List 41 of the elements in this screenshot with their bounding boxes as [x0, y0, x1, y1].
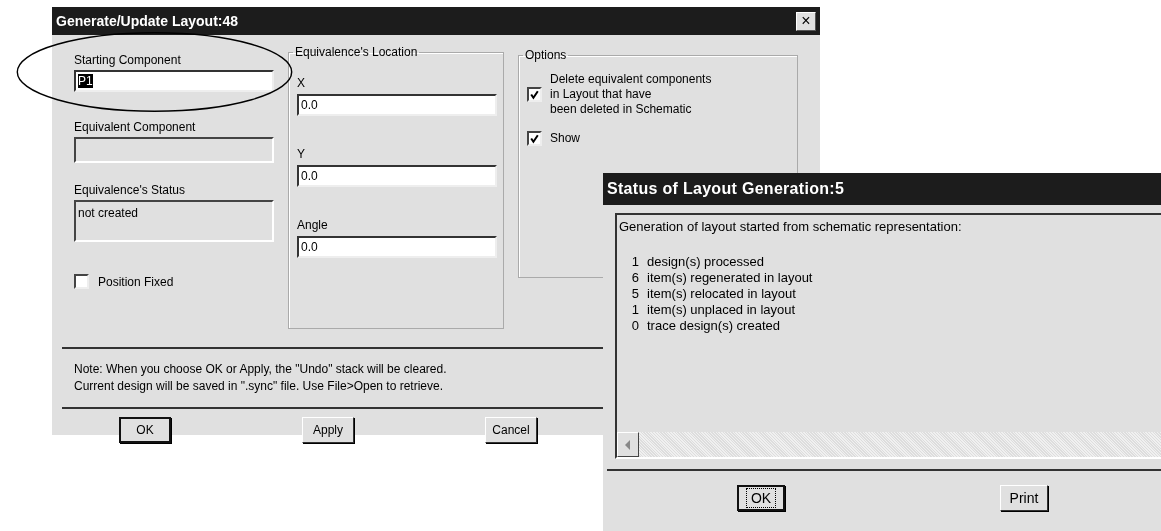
field-label: Equivalence's Status	[74, 183, 187, 197]
group-title: Options	[524, 48, 568, 62]
dialog-button[interactable]: OK	[737, 485, 785, 511]
dialog-button[interactable]: Apply	[302, 417, 354, 443]
status-line: item(s) unplaced in layout	[647, 302, 796, 318]
status-line: design(s) processed	[647, 254, 765, 270]
status-line: trace design(s) created	[647, 318, 780, 334]
close-button[interactable]: ×	[796, 11, 816, 31]
window-title: Generate/Update Layout:48	[56, 13, 239, 29]
status-line: item(s) regenerated in layout	[647, 270, 813, 286]
checkbox-label: Delete equivalent components in Layout that have been deleted in Schematic	[550, 72, 712, 117]
field-label: Starting Component	[74, 53, 182, 67]
checkbox[interactable]	[527, 87, 542, 102]
dialog-button[interactable]: OK	[119, 417, 171, 443]
field-label: Angle	[297, 218, 329, 232]
text-field[interactable]: 0.0	[297, 236, 497, 258]
dialog-button[interactable]: Cancel	[485, 417, 537, 443]
checkbox-label: Show	[550, 131, 581, 146]
count-text: 6	[630, 270, 639, 286]
field-label: X	[297, 76, 306, 90]
field-label: Equivalent Component	[74, 120, 197, 134]
count-text: 5	[630, 286, 639, 302]
note-text: Note: When you choose OK or Apply, the "Undo" stack will be cleared.	[74, 361, 448, 378]
checkbox-label: Position Fixed	[98, 274, 174, 289]
scroll-left-arrow-icon[interactable]	[625, 439, 631, 450]
checkbox[interactable]	[527, 131, 542, 146]
status-line: item(s) relocated in layout	[647, 286, 796, 302]
window-title: Status of Layout Generation:5	[607, 180, 845, 198]
horizontal-scrollbar[interactable]	[617, 432, 1161, 457]
text-field[interactable]: P1	[74, 70, 274, 92]
text-field[interactable]: 0.0	[297, 94, 497, 116]
count-text: 1	[630, 302, 639, 318]
count-text: 0	[630, 318, 639, 334]
count-text: 1	[630, 254, 639, 270]
checkbox[interactable]	[74, 274, 89, 289]
text-field[interactable]: 0.0	[297, 165, 497, 187]
dialog-button[interactable]: Print	[1000, 485, 1048, 511]
note-text: Current design will be saved in ".sync" file. Use File>Open to retrieve.	[74, 378, 445, 395]
field-label: Y	[297, 147, 306, 161]
status-heading: Generation of layout started from schematic representation:	[618, 218, 963, 236]
group-title: Equivalence's Location	[294, 45, 419, 59]
